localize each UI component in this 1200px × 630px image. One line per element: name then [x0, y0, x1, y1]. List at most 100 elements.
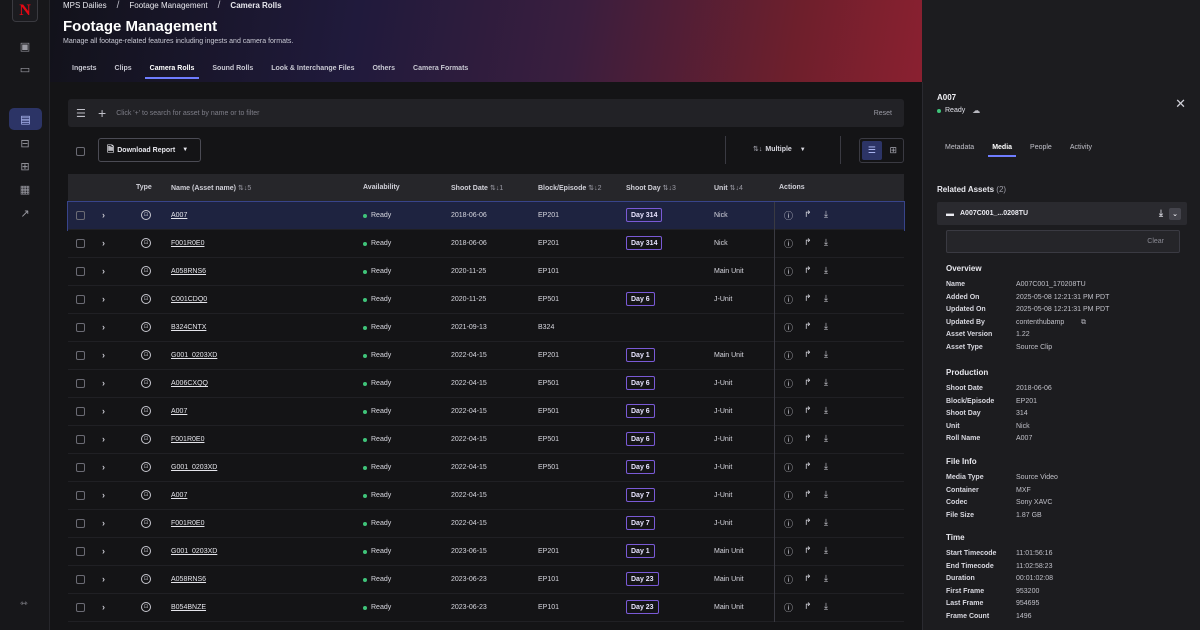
info-icon[interactable]: ⓘ: [784, 433, 793, 446]
tab-people[interactable]: People: [1021, 144, 1061, 157]
tab-activity[interactable]: Activity: [1061, 144, 1101, 157]
share-icon[interactable]: ↱: [804, 377, 812, 388]
expand-chevron-icon[interactable]: ›: [102, 350, 105, 360]
table-row[interactable]: › ⊡ A007 Ready 2022-04-15 Day 7 J-Unit ⓘ ↱ ⤓: [68, 482, 904, 510]
share-icon[interactable]: ↱: [804, 293, 812, 304]
tab-ingests[interactable]: Ingests: [63, 62, 106, 78]
tab-camera-rolls[interactable]: Camera Rolls: [141, 62, 204, 79]
row-checkbox[interactable]: [76, 379, 85, 388]
info-icon[interactable]: ⓘ: [784, 237, 793, 250]
chevron-down-icon[interactable]: ⌄: [1169, 207, 1181, 220]
expand-chevron-icon[interactable]: ›: [102, 602, 105, 612]
expand-chevron-icon[interactable]: ›: [102, 490, 105, 500]
expand-chevron-icon[interactable]: ›: [102, 406, 105, 416]
download-icon[interactable]: ⤓: [824, 601, 828, 612]
share-icon[interactable]: ↱: [804, 349, 812, 360]
table-row[interactable]: › ⊡ A058RNS6 Ready 2020-11-25 EP101 Main Unit ⓘ…: [68, 258, 904, 286]
tab-others[interactable]: Others: [363, 62, 404, 78]
asset-name-link[interactable]: A058RNS6: [171, 576, 206, 583]
tab-media[interactable]: Media: [983, 144, 1021, 157]
download-icon[interactable]: ⤓: [824, 293, 828, 304]
asset-name-link[interactable]: A007: [171, 492, 187, 499]
table-row[interactable]: › ⊡ F001R0E0 Ready 2018-06-06 EP201 Day 314 Nic…: [68, 230, 904, 258]
col-shoot-date[interactable]: Shoot Date ⇅↓1: [451, 184, 503, 192]
tab-metadata[interactable]: Metadata: [937, 144, 983, 157]
download-icon[interactable]: ⤓: [824, 405, 828, 416]
info-icon[interactable]: ⓘ: [784, 209, 793, 222]
info-icon[interactable]: ⓘ: [784, 461, 793, 474]
close-icon[interactable]: ✕: [1175, 96, 1186, 112]
info-icon[interactable]: ⓘ: [784, 545, 793, 558]
grid-view-icon[interactable]: ⊞: [884, 139, 904, 162]
row-checkbox[interactable]: [76, 295, 85, 304]
table-row[interactable]: › ⊡ G001_0203XD Ready 2022-04-15 EP501 Day 6 J-…: [68, 454, 904, 482]
asset-name-link[interactable]: B324CNTX: [171, 324, 206, 331]
share-icon[interactable]: ↱: [804, 517, 812, 528]
share-icon[interactable]: ↱: [804, 405, 812, 416]
expand-chevron-icon[interactable]: ›: [102, 574, 105, 584]
asset-name-link[interactable]: G001_0203XD: [171, 464, 217, 471]
select-all-checkbox[interactable]: [76, 147, 85, 156]
table-row[interactable]: › ⊡ C001CDQ0 Ready 2020-11-25 EP501 Day 6 J-Uni…: [68, 286, 904, 314]
info-icon[interactable]: ⓘ: [784, 489, 793, 502]
sort-dropdown[interactable]: ⇅↓ Multiple ▼: [753, 145, 806, 153]
row-checkbox[interactable]: [76, 267, 85, 276]
asset-name-link[interactable]: G001_0203XD: [171, 352, 217, 359]
asset-name-link[interactable]: B054BNZE: [171, 604, 206, 611]
row-checkbox[interactable]: [76, 547, 85, 556]
row-checkbox[interactable]: [76, 407, 85, 416]
download-icon[interactable]: ⤓: [824, 461, 828, 472]
row-checkbox[interactable]: [76, 239, 85, 248]
share-icon[interactable]: ↱: [804, 489, 812, 500]
download-icon[interactable]: ⤓: [824, 265, 828, 276]
share-icon[interactable]: ↱: [804, 321, 812, 332]
col-block[interactable]: Block/Episode ⇅↓2: [538, 184, 602, 192]
tab-clips[interactable]: Clips: [106, 62, 141, 78]
table-row[interactable]: › ⊡ F001R0E0 Ready 2022-04-15 EP501 Day 6 J-Uni…: [68, 426, 904, 454]
tray-icon[interactable]: ⊞: [14, 157, 36, 175]
col-shoot-day[interactable]: Shoot Day ⇅↓3: [626, 184, 676, 192]
download-icon[interactable]: ⤓: [824, 433, 828, 444]
download-report-button[interactable]: 🗎 Download Report ▼: [98, 138, 201, 162]
asset-name-link[interactable]: C001CDQ0: [171, 296, 207, 303]
share-icon[interactable]: ↱: [804, 545, 812, 556]
row-checkbox[interactable]: [76, 519, 85, 528]
col-unit[interactable]: Unit ⇅↓4: [714, 184, 743, 192]
inbox-icon[interactable]: ⊟: [14, 134, 36, 152]
table-row[interactable]: › ⊡ B054BNZE Ready 2023-06-23 EP101 Day 23 Main…: [68, 594, 904, 622]
info-icon[interactable]: ⓘ: [784, 293, 793, 306]
related-asset-item[interactable]: ▬ A007C001_...0208TU ⤓ ⌄: [937, 202, 1187, 225]
download-icon[interactable]: ⤓: [824, 489, 828, 500]
info-icon[interactable]: ⓘ: [784, 573, 793, 586]
col-name[interactable]: Name (Asset name) ⇅↓5: [171, 184, 251, 192]
download-icon[interactable]: ⤓: [824, 349, 828, 360]
row-checkbox[interactable]: [76, 575, 85, 584]
expand-chevron-icon[interactable]: ›: [102, 518, 105, 528]
asset-name-link[interactable]: F001R0E0: [171, 436, 204, 443]
table-row[interactable]: › ⊡ F001R0E0 Ready 2022-04-15 Day 7 J-Unit ⓘ ↱ ⤓: [68, 510, 904, 538]
download-icon[interactable]: ⤓: [824, 573, 828, 584]
share-icon[interactable]: ↱: [804, 433, 812, 444]
row-checkbox[interactable]: [76, 491, 85, 500]
asset-name-link[interactable]: A006CXQQ: [171, 380, 208, 387]
expand-chevron-icon[interactable]: ›: [102, 462, 105, 472]
asset-name-link[interactable]: A007: [171, 408, 187, 415]
expand-chevron-icon[interactable]: ›: [102, 378, 105, 388]
share-icon[interactable]: ↱: [804, 237, 812, 248]
row-checkbox[interactable]: [76, 435, 85, 444]
row-checkbox[interactable]: [76, 351, 85, 360]
asset-name-link[interactable]: F001R0E0: [171, 240, 204, 247]
tab-camera-formats[interactable]: Camera Formats: [404, 62, 477, 78]
download-icon[interactable]: ⤓: [824, 377, 828, 388]
share-icon[interactable]: ↱: [804, 209, 812, 220]
asset-name-link[interactable]: F001R0E0: [171, 520, 204, 527]
expand-chevron-icon[interactable]: ›: [102, 434, 105, 444]
share-icon[interactable]: ↱: [804, 461, 812, 472]
calendar-icon[interactable]: ▦: [14, 180, 36, 198]
asset-name-link[interactable]: A058RNS6: [171, 268, 206, 275]
row-checkbox[interactable]: [76, 211, 85, 220]
list-view-icon[interactable]: ☰: [862, 141, 882, 160]
table-row[interactable]: › ⊡ G001_0203XD Ready 2022-04-15 EP201 Day 1 Ma…: [68, 342, 904, 370]
tab-sound-rolls[interactable]: Sound Rolls: [203, 62, 262, 78]
asset-name-link[interactable]: A007: [171, 212, 187, 219]
